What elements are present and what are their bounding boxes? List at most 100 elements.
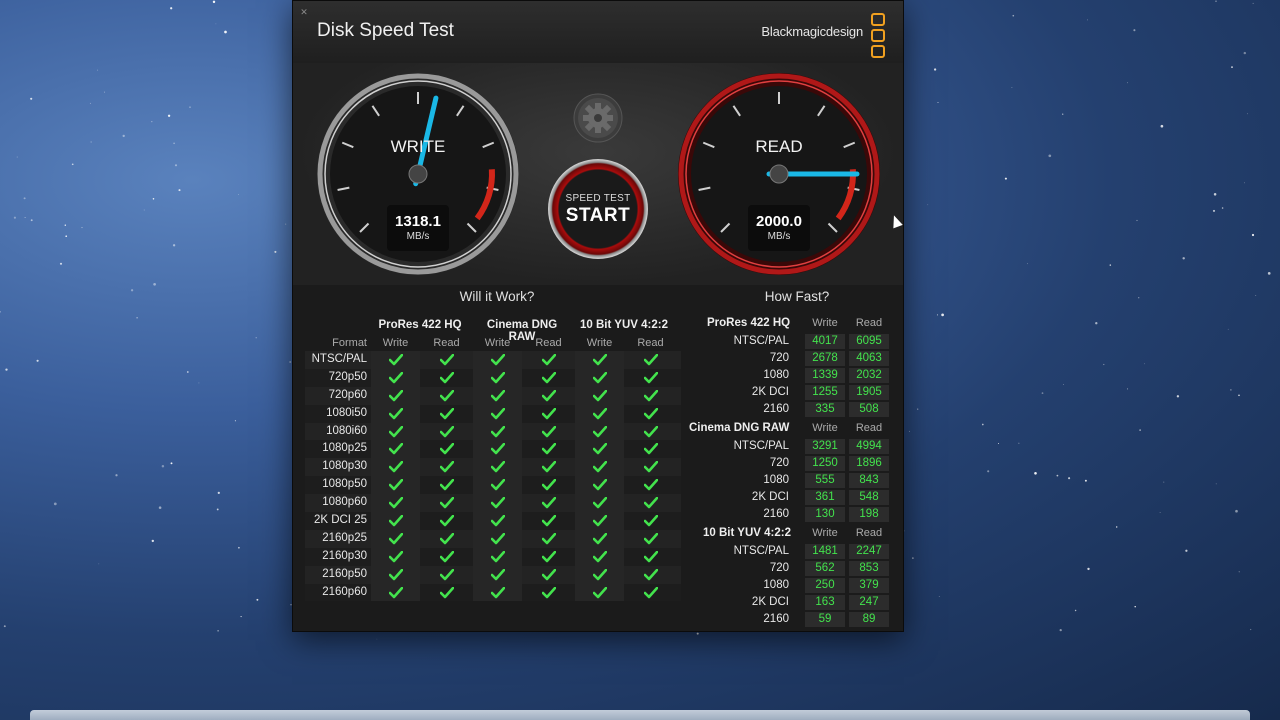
checkmark-icon — [592, 407, 607, 419]
checkmark-icon — [541, 514, 556, 527]
checkmark-path — [439, 479, 454, 491]
check-cell — [371, 494, 420, 513]
check-cell — [422, 584, 471, 602]
star — [1252, 2, 1254, 4]
wiw-column-header: Write — [484, 337, 511, 349]
check-cell — [371, 547, 420, 566]
checkmark-path — [439, 497, 454, 509]
checkmark-icon — [388, 479, 403, 491]
checkmark-icon — [490, 497, 505, 509]
table-row: 1080p25 — [299, 440, 683, 459]
checkmark-path — [541, 497, 556, 509]
checkmark-path — [439, 425, 454, 437]
checkmark-path — [541, 443, 556, 455]
star — [81, 227, 83, 229]
check-cell — [524, 351, 573, 369]
checkmark-path — [643, 371, 658, 384]
check-cell — [575, 476, 624, 495]
table-row: 2160p60 — [299, 583, 683, 602]
checkmark-icon — [643, 371, 658, 384]
close-icon[interactable]: ✕ — [299, 7, 309, 17]
star — [1087, 19, 1088, 21]
read-speed-unit: MB/s — [767, 231, 791, 242]
hf-row-label: 1080 — [763, 579, 789, 591]
star — [1103, 363, 1105, 366]
hf-write-header: Write — [812, 527, 838, 539]
checkmark-path — [490, 407, 505, 419]
check-cell — [371, 565, 420, 584]
checkmark-icon — [643, 389, 658, 402]
checkmark-icon — [592, 586, 607, 598]
hf-row-label: 2K DCI — [751, 596, 789, 608]
format-label: 720p50 — [328, 370, 367, 383]
format-label: 1080p30 — [322, 460, 367, 473]
checkmark-icon — [592, 514, 607, 527]
star — [234, 420, 236, 422]
dock[interactable] — [30, 710, 1250, 720]
hf-row-label: 2160 — [763, 508, 789, 520]
checkmark-path — [490, 532, 505, 545]
checkmark-path — [643, 550, 658, 563]
checkmark-path — [592, 425, 607, 437]
wiw-column-header: Write — [586, 337, 613, 349]
checkmark-path — [490, 568, 505, 580]
check-cell — [473, 565, 522, 584]
start-button[interactable]: SPEED TEST START — [548, 159, 648, 259]
gear-icon[interactable] — [573, 93, 623, 143]
hf-read-value: 4063 — [849, 351, 889, 366]
wiw-format-header: Format — [332, 337, 367, 349]
hf-write-value: 335 — [805, 402, 845, 417]
checkmark-icon — [388, 407, 403, 419]
star — [1160, 124, 1164, 128]
hf-row-label: 720 — [769, 562, 789, 574]
checkmark-path — [490, 497, 505, 509]
star — [1115, 526, 1118, 528]
check-cell — [524, 512, 573, 530]
star — [1127, 388, 1129, 390]
hf-read-value: 89 — [849, 612, 889, 627]
check-cell — [422, 387, 471, 405]
check-cell — [473, 458, 522, 477]
wiw-column-header: Read — [433, 337, 460, 349]
hf-group-title: Cinema DNG RAW — [689, 422, 790, 434]
hf-read-value: 2247 — [849, 544, 889, 559]
star — [90, 141, 92, 143]
hf-row-label: 720 — [769, 352, 789, 364]
table-row: 1080p30 — [299, 458, 683, 477]
check-cell — [422, 530, 471, 548]
checkmark-path — [388, 461, 403, 473]
format-label: 2160p30 — [322, 549, 367, 562]
checkmark-path — [388, 443, 403, 455]
checkmark-path — [643, 407, 658, 419]
title-bar[interactable]: ✕ Disk Speed Test Blackmagicdesign — [293, 1, 903, 64]
check-cell — [626, 548, 675, 566]
hf-read-value: 2032 — [849, 368, 889, 383]
checkmark-icon — [439, 407, 454, 419]
star — [172, 244, 176, 247]
checkmark-icon — [490, 461, 505, 473]
format-label: 1080p50 — [322, 478, 367, 491]
check-cell — [371, 351, 420, 369]
check-cell — [473, 440, 522, 459]
star — [1213, 193, 1217, 196]
checkmark-path — [541, 568, 556, 580]
checkmark-path — [592, 371, 607, 384]
star — [23, 197, 26, 200]
checkmark-icon — [541, 568, 556, 580]
star — [1182, 257, 1185, 260]
blackmagic-logo-icon — [871, 13, 885, 58]
check-cell — [575, 512, 624, 530]
checkmark-path — [490, 353, 505, 366]
check-cell — [422, 476, 471, 494]
star — [1255, 295, 1257, 297]
check-cell — [473, 529, 522, 548]
checkmark-path — [541, 407, 556, 419]
checkmark-icon — [439, 371, 454, 384]
checkmark-icon — [541, 425, 556, 437]
star — [173, 142, 175, 145]
star — [115, 474, 118, 477]
read-speed-value: 2000.0 — [756, 213, 802, 230]
checkmark-path — [643, 514, 658, 527]
star — [212, 0, 216, 4]
star — [1238, 394, 1240, 397]
